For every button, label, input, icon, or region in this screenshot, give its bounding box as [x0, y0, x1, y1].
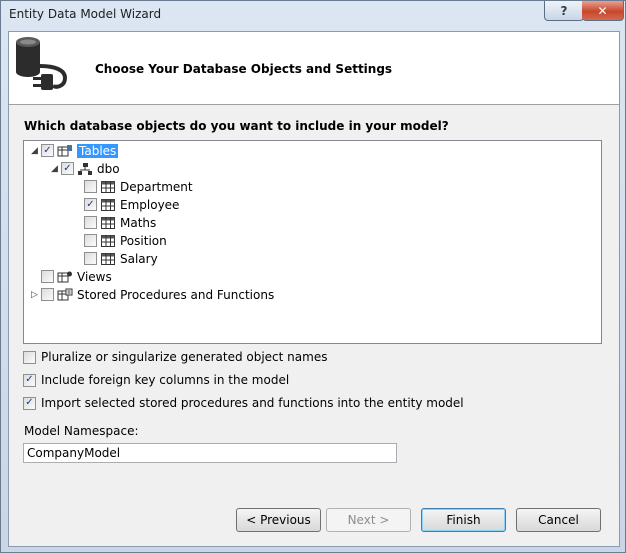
previous-button[interactable]: < Previous — [236, 508, 321, 532]
foreign-keys-checkbox[interactable]: ✓ — [23, 373, 36, 387]
tree-node-stored-procedures[interactable]: ▷ Stored Procedures and Functions — [30, 286, 274, 303]
table-icon — [101, 216, 115, 229]
wizard-header: Choose Your Database Objects and Setting… — [9, 32, 619, 105]
pluralize-checkbox[interactable] — [23, 350, 36, 364]
collapse-arrow-icon[interactable]: ◢ — [30, 146, 39, 156]
table-icon — [101, 180, 115, 193]
page-title: Choose Your Database Objects and Setting… — [95, 62, 393, 76]
table-checkbox[interactable] — [84, 234, 97, 247]
dbo-checkbox[interactable]: ✓ — [61, 162, 74, 175]
tree-label-stored-procedures[interactable]: Stored Procedures and Functions — [77, 288, 274, 302]
tree-node-table[interactable]: Department — [84, 178, 193, 195]
tree-node-table[interactable]: ✓ Employee — [84, 196, 179, 213]
finish-button[interactable]: Finish — [421, 508, 506, 532]
tree-node-table[interactable]: Maths — [84, 214, 156, 231]
database-plug-icon — [16, 37, 68, 90]
table-icon — [101, 234, 115, 247]
objects-question: Which database objects do you want to in… — [24, 119, 449, 133]
table-label[interactable]: Position — [120, 234, 167, 248]
table-checkbox[interactable] — [84, 180, 97, 193]
wizard-content: Choose Your Database Objects and Setting… — [8, 31, 620, 547]
model-namespace-label: Model Namespace: — [24, 424, 139, 438]
option-pluralize[interactable]: Pluralize or singularize generated objec… — [23, 349, 327, 365]
model-namespace-input[interactable] — [23, 443, 397, 463]
help-button[interactable]: ? — [544, 1, 584, 21]
table-icon — [101, 252, 115, 265]
table-checkbox[interactable] — [84, 252, 97, 265]
tree-node-table[interactable]: Position — [84, 232, 167, 249]
next-button[interactable]: Next > — [326, 508, 411, 532]
tree-node-tables[interactable]: ◢ ✓ Tables — [30, 142, 119, 159]
wizard-window: Entity Data Model Wizard ? ✕ Choose Your… — [0, 0, 626, 553]
views-folder-icon — [57, 271, 72, 282]
tree-label-dbo[interactable]: dbo — [97, 162, 120, 176]
collapse-arrow-icon[interactable]: ◢ — [50, 164, 59, 174]
views-checkbox[interactable] — [41, 270, 54, 283]
database-objects-tree[interactable]: ◢ ✓ Tables ◢ ✓ dbo Department ✓ Employee… — [23, 140, 602, 344]
schema-icon — [78, 162, 92, 175]
stored-procedures-checkbox[interactable] — [41, 288, 54, 301]
pluralize-label[interactable]: Pluralize or singularize generated objec… — [41, 350, 327, 364]
tree-node-dbo[interactable]: ◢ ✓ dbo — [50, 160, 120, 177]
import-procedures-label[interactable]: Import selected stored procedures and fu… — [41, 396, 464, 410]
option-foreign-keys[interactable]: ✓ Include foreign key columns in the mod… — [23, 372, 289, 388]
import-procedures-checkbox[interactable]: ✓ — [23, 396, 36, 410]
table-label[interactable]: Employee — [120, 198, 179, 212]
table-label[interactable]: Salary — [120, 252, 158, 266]
table-checkbox[interactable]: ✓ — [84, 198, 97, 211]
table-label[interactable]: Department — [120, 180, 193, 194]
window-title: Entity Data Model Wizard — [9, 7, 162, 21]
tree-label-tables[interactable]: Tables — [77, 143, 119, 158]
tree-node-table[interactable]: Salary — [84, 250, 158, 267]
table-label[interactable]: Maths — [120, 216, 156, 230]
foreign-keys-label[interactable]: Include foreign key columns in the model — [41, 373, 289, 387]
tree-node-views[interactable]: Views — [41, 268, 112, 285]
table-icon — [101, 198, 115, 211]
tables-folder-icon — [57, 144, 72, 156]
stored-procedures-folder-icon — [57, 288, 73, 300]
title-bar[interactable]: Entity Data Model Wizard ? ✕ — [1, 1, 625, 29]
close-button[interactable]: ✕ — [582, 1, 624, 21]
tables-checkbox[interactable]: ✓ — [41, 144, 54, 157]
table-checkbox[interactable] — [84, 216, 97, 229]
tree-label-views[interactable]: Views — [77, 270, 112, 284]
cancel-button[interactable]: Cancel — [516, 508, 601, 532]
option-import-procedures[interactable]: ✓ Import selected stored procedures and … — [23, 395, 464, 411]
expand-arrow-icon[interactable]: ▷ — [30, 290, 39, 300]
